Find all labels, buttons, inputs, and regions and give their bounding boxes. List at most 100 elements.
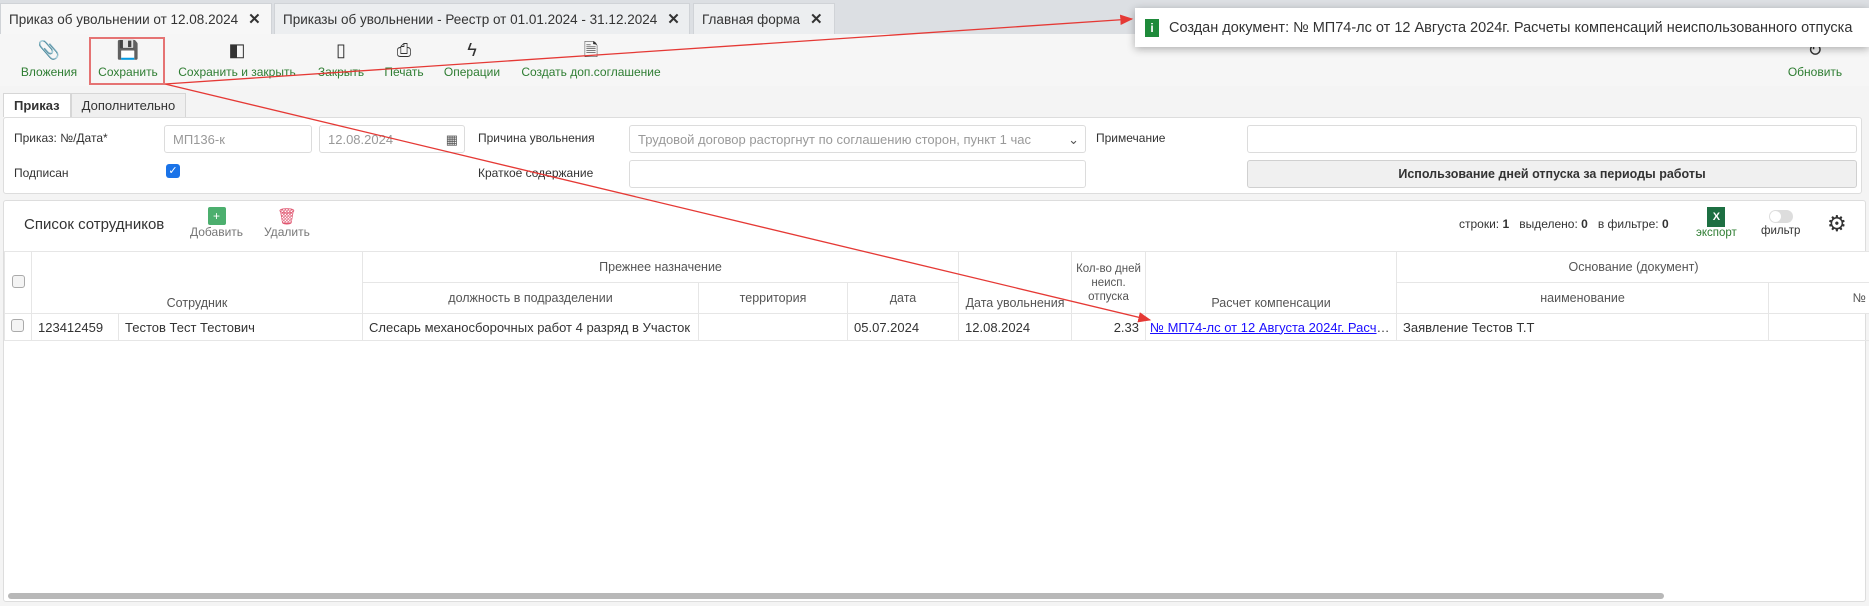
header-employee[interactable]: Сотрудник — [30, 251, 364, 314]
employee-id: 123412459 — [31, 313, 119, 341]
table-row[interactable]: 123412459 Тестов Тест Тестович Слесарь м… — [4, 313, 1869, 341]
label: фильтр — [1761, 225, 1801, 237]
compensation-link[interactable]: № МП74-лс от 12 Августа 2024г. Расчеты к… — [1150, 320, 1396, 335]
unused-days: 2.33 — [1071, 313, 1147, 341]
calendar-icon[interactable]: ▦ — [446, 132, 458, 148]
label: Печать — [384, 65, 424, 79]
label: Создать доп.соглашение — [521, 65, 661, 79]
position: Слесарь механосборочных работ 4 разряд в… — [362, 313, 700, 341]
dismissal-date: 12.08.2024 — [958, 313, 1073, 341]
header-date[interactable]: дата — [847, 282, 960, 314]
rows-label: строки: — [1459, 217, 1500, 231]
note-input[interactable] — [1247, 125, 1857, 153]
assignment-date: 05.07.2024 — [847, 313, 960, 341]
notification-text: Создан документ: № МП74-лс от 12 Августа… — [1169, 19, 1853, 36]
header-position[interactable]: должность в подразделении — [362, 282, 700, 314]
chevron-down-icon: ⌄ — [1068, 132, 1079, 147]
select-all-cell — [4, 251, 32, 314]
order-label: Приказ: №/Дата* — [14, 131, 108, 145]
attachments-button[interactable]: 📎 Вложения — [21, 40, 77, 79]
label: Добавить — [190, 225, 244, 239]
tab-label: Приказ об увольнении от 12.08.2024 — [9, 11, 239, 27]
header-unused-days[interactable]: Кол-во дней неисп. отпуска — [1071, 251, 1147, 314]
territory — [698, 313, 849, 341]
close-icon[interactable]: ✕ — [667, 10, 680, 28]
header-basis: Основание (документ) — [1396, 251, 1869, 283]
order-number-input[interactable]: МП136-к — [164, 125, 312, 153]
create-agreement-button[interactable]: 🗎 Создать доп.соглашение — [521, 40, 660, 79]
close-icon[interactable]: ✕ — [810, 10, 823, 28]
printer-icon: ⎙ — [396, 40, 412, 60]
operations-button[interactable]: ϟ Операции — [444, 40, 500, 79]
door-closed-icon: ▯ — [336, 40, 346, 60]
notification-toast: i Создан документ: № МП74-лс от 12 Авгус… — [1135, 8, 1869, 47]
print-button[interactable]: ⎙ Печать — [384, 40, 423, 79]
signed-checkbox[interactable]: ✓ — [166, 164, 180, 178]
reason-label: Причина увольнения — [478, 131, 595, 145]
label: Операции — [443, 65, 501, 79]
tab-order[interactable]: Приказ — [3, 93, 71, 117]
employees-table: Сотрудник Прежнее назначение Дата увольн… — [4, 251, 1869, 341]
lightning-icon: ϟ — [467, 40, 477, 60]
header-prev-assignment: Прежнее назначение — [362, 251, 960, 283]
summary-label: Краткое содержание — [478, 166, 594, 180]
tab-main-form[interactable]: Главная форма ✕ — [693, 3, 835, 34]
filter-toggle[interactable]: фильтр — [1761, 207, 1800, 237]
basis-number — [1768, 313, 1869, 341]
label: Обновить — [1787, 65, 1843, 79]
tab-additional[interactable]: Дополнительно — [70, 93, 187, 117]
signed-label: Подписан — [14, 166, 69, 180]
note-label: Примечание — [1096, 131, 1166, 145]
row-checkbox[interactable] — [11, 319, 24, 332]
excel-icon: X — [1707, 207, 1726, 227]
header-basis-name[interactable]: наименование — [1396, 282, 1770, 314]
label: экспорт — [1696, 227, 1737, 239]
close-button[interactable]: ▯ Закрыть — [318, 40, 364, 79]
export-button[interactable]: Xэкспорт — [1696, 207, 1737, 239]
horizontal-scrollbar[interactable] — [8, 593, 1664, 599]
date-value: 12.08.2024 — [328, 132, 394, 147]
employee-name: Тестов Тест Тестович — [117, 313, 364, 341]
tab-registry[interactable]: Приказы об увольнении - Реестр от 01.01.… — [274, 3, 690, 34]
selected-count: 0 — [1581, 217, 1588, 231]
tab-label: Приказы об увольнении - Реестр от 01.01.… — [283, 11, 658, 27]
filtered-count: 0 — [1661, 217, 1669, 231]
header-dismissal-date[interactable]: Дата увольнения — [958, 251, 1073, 314]
vacation-usage-button[interactable]: Использование дней отпуска за периоды ра… — [1247, 160, 1857, 188]
label: Закрыть — [317, 65, 365, 79]
gear-icon[interactable]: ⚙ — [1827, 211, 1847, 237]
plus-icon: + — [207, 207, 226, 225]
order-form: Приказ: №/Дата* МП136-к 12.08.2024 ▦ Прич… — [3, 117, 1862, 194]
counters: строки: 1 выделено: 0 в фильтре: 0 — [1459, 217, 1669, 231]
delete-button[interactable]: 🗑 Удалить — [264, 207, 310, 239]
label: Удалить — [264, 225, 310, 239]
order-date-input[interactable]: 12.08.2024 ▦ — [319, 125, 465, 153]
door-icon: ◧ — [228, 40, 246, 60]
employees-section: Список сотрудников + Добавить 🗑 Удалить ст… — [3, 200, 1869, 602]
filtered-label: в фильтре: — [1597, 217, 1659, 231]
form-tabs: Приказ Дополнительно — [3, 93, 187, 117]
select-all-checkbox[interactable] — [11, 274, 25, 288]
summary-input[interactable] — [629, 160, 1086, 188]
trash-icon: 🗑 — [276, 209, 298, 226]
section-title: Список сотрудников — [24, 216, 165, 233]
save-close-button[interactable]: ◧ Сохранить и закрыть — [178, 40, 295, 79]
add-button[interactable]: + Добавить — [190, 207, 243, 239]
selected-label: выделено: — [1519, 217, 1578, 231]
basis-name: Заявление Тестов Т.Т — [1396, 313, 1770, 341]
paperclip-icon: 📎 — [37, 40, 61, 60]
save-highlight — [89, 37, 165, 85]
label: Сохранить и закрыть — [178, 65, 296, 79]
close-icon[interactable]: ✕ — [248, 10, 261, 28]
header-territory[interactable]: территория — [698, 282, 849, 314]
tab-dismissal-order[interactable]: Приказ об увольнении от 12.08.2024 ✕ — [0, 3, 272, 34]
label: Вложения — [20, 65, 78, 79]
reason-value: Трудовой договор расторгнут по соглашени… — [638, 132, 1031, 147]
rows-count: 1 — [1502, 217, 1510, 231]
tab-label: Главная форма — [702, 11, 801, 27]
reason-select[interactable]: Трудовой договор расторгнут по соглашени… — [629, 125, 1086, 153]
header-compensation[interactable]: Расчет компенсации — [1145, 251, 1398, 314]
header-basis-number[interactable]: № — [1768, 282, 1869, 314]
document-icon: 🗎 — [583, 40, 599, 60]
toggle-switch — [1768, 210, 1793, 223]
